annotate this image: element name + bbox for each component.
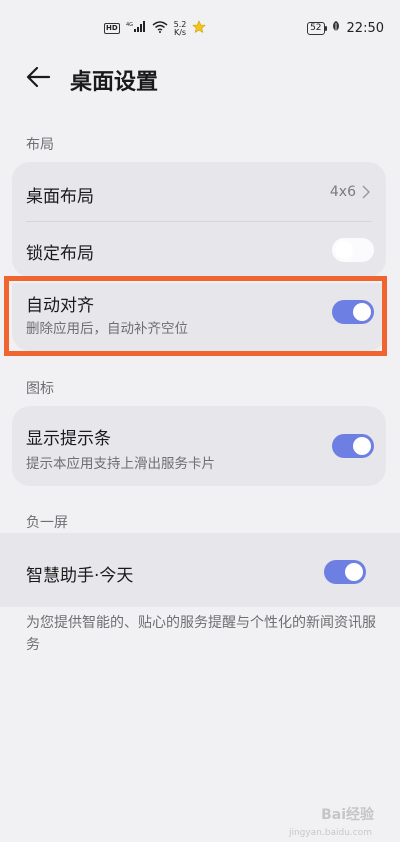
hd-badge: HD <box>104 23 120 34</box>
smart-assistant-toggle[interactable] <box>324 560 366 584</box>
watermark-url: jingyan.baidu.com <box>288 828 372 838</box>
status-bar: HD 4G 5.2 K/s 52 22:50 <box>0 0 400 56</box>
desktop-layout-value: 4x6 <box>329 184 356 200</box>
back-arrow-icon <box>26 66 51 88</box>
lock-layout-toggle[interactable] <box>332 238 374 262</box>
row-smart-assistant[interactable]: 智慧助手·今天 <box>0 533 400 607</box>
show-bar-subtitle: 提示本应用支持上滑出服务卡片 <box>26 456 215 472</box>
section-label-minus-one: 负一屏 <box>26 515 68 531</box>
page-title: 桌面设置 <box>70 70 159 95</box>
footnote: 为您提供智能的、贴心的服务提醒与个性化的新闻资讯服务 <box>26 615 376 653</box>
desktop-layout-title: 桌面布局 <box>26 187 94 207</box>
watermark-logo: Bai经验 <box>321 807 374 823</box>
row-show-bar[interactable]: 显示提示条 提示本应用支持上滑出服务卡片 <box>12 406 386 486</box>
highlight-box <box>4 276 387 356</box>
signal-icon: 4G <box>126 21 146 36</box>
layout-card: 桌面布局 4x6 锁定布局 <box>12 162 386 277</box>
svg-text:4G: 4G <box>126 22 133 28</box>
header: 桌面设置 <box>0 56 400 100</box>
row-lock-layout[interactable]: 锁定布局 <box>12 222 386 277</box>
chevron-right-icon <box>362 185 370 199</box>
battery-icon: 52 <box>307 21 328 35</box>
leaf-icon <box>331 20 341 36</box>
show-bar-toggle[interactable] <box>332 434 374 458</box>
section-label-layout: 布局 <box>26 137 54 153</box>
status-right: 52 22:50 <box>307 20 384 36</box>
status-icons: HD 4G 5.2 K/s <box>104 20 207 37</box>
net-speed: 5.2 K/s <box>173 20 187 37</box>
icons-card: 显示提示条 提示本应用支持上滑出服务卡片 <box>12 406 386 486</box>
star-icon <box>192 20 207 37</box>
back-button[interactable] <box>24 62 54 92</box>
show-bar-title: 显示提示条 <box>26 429 111 449</box>
wifi-icon <box>152 21 168 36</box>
section-label-icons: 图标 <box>26 381 54 397</box>
toggle-knob <box>335 241 353 259</box>
row-desktop-layout[interactable]: 桌面布局 4x6 <box>12 162 386 220</box>
smart-assistant-title: 智慧助手·今天 <box>26 566 134 586</box>
lock-layout-title: 锁定布局 <box>26 244 94 264</box>
desktop-layout-value-wrap: 4x6 <box>330 184 370 200</box>
net-speed-unit: K/s <box>173 27 187 37</box>
toggle-knob <box>345 563 363 581</box>
clock: 22:50 <box>346 20 384 36</box>
toggle-knob <box>353 437 371 455</box>
